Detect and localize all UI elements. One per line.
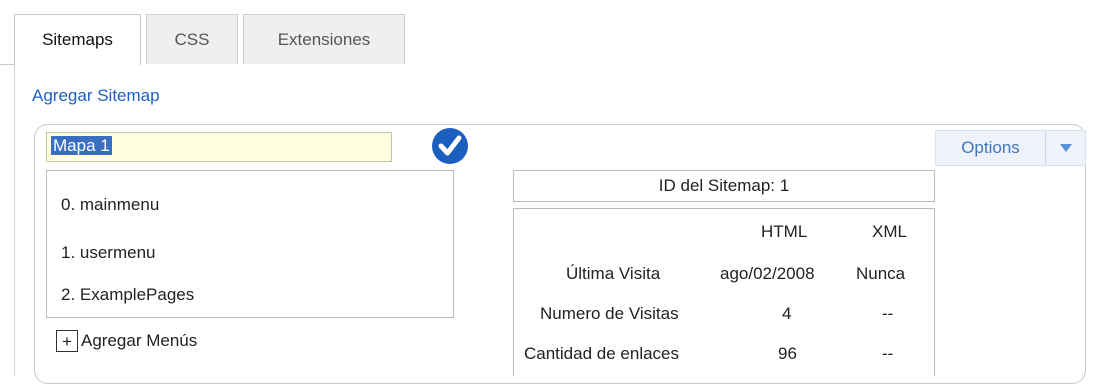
options-button[interactable]: Options (935, 130, 1045, 166)
stat-html-value: ago/02/2008 (720, 264, 815, 283)
plus-icon: + (56, 330, 78, 352)
stat-xml-value: -- (882, 344, 894, 363)
stat-label: Numero de Visitas (540, 304, 679, 323)
stat-label: Última Visita (566, 264, 661, 283)
tab-extensiones[interactable]: Extensiones (243, 14, 405, 64)
stats-table: HTML XML Última Visita ago/02/2008 Nunca… (513, 208, 935, 376)
column-header-xml: XML (872, 222, 907, 241)
tab-label: Extensiones (277, 29, 371, 49)
options-dropdown-button[interactable] (1045, 130, 1086, 166)
stat-label: Cantidad de enlaces (524, 344, 680, 363)
sitemap-id: ID del Sitemap: 1 (513, 170, 935, 202)
add-menus-label: Agregar Menús (81, 331, 198, 350)
tab-label: Sitemaps (42, 30, 113, 49)
list-item[interactable]: 0. mainmenu (61, 195, 159, 215)
column-header-html: HTML (761, 222, 808, 241)
add-sitemap-link[interactable]: Agregar Sitemap (32, 86, 160, 106)
add-menus-button[interactable]: + Agregar Menús (56, 330, 197, 352)
sitemap-name-value: Mapa 1 (51, 136, 112, 155)
list-item[interactable]: 1. usermenu (61, 243, 156, 263)
check-icon[interactable] (431, 127, 469, 165)
stat-html-value: 96 (778, 344, 797, 363)
tab-label: CSS (174, 29, 210, 49)
tab-sitemaps[interactable]: Sitemaps (14, 14, 141, 65)
stat-html-value: 4 (782, 304, 792, 323)
tab-css[interactable]: CSS (146, 14, 238, 64)
stat-xml-value: Nunca (856, 264, 906, 283)
list-item[interactable]: 2. ExamplePages (61, 285, 194, 305)
stat-xml-value: -- (882, 304, 894, 323)
chevron-down-icon (1059, 144, 1072, 152)
tab-bar: Sitemaps CSS Extensiones (0, 0, 1105, 70)
sitemap-id-text: ID del Sitemap: 1 (658, 176, 790, 195)
sitemap-name-input[interactable]: Mapa 1 (46, 132, 392, 162)
menu-list[interactable]: 0. mainmenu 1. usermenu 2. ExamplePages (46, 170, 454, 318)
options-label: Options (961, 138, 1020, 157)
